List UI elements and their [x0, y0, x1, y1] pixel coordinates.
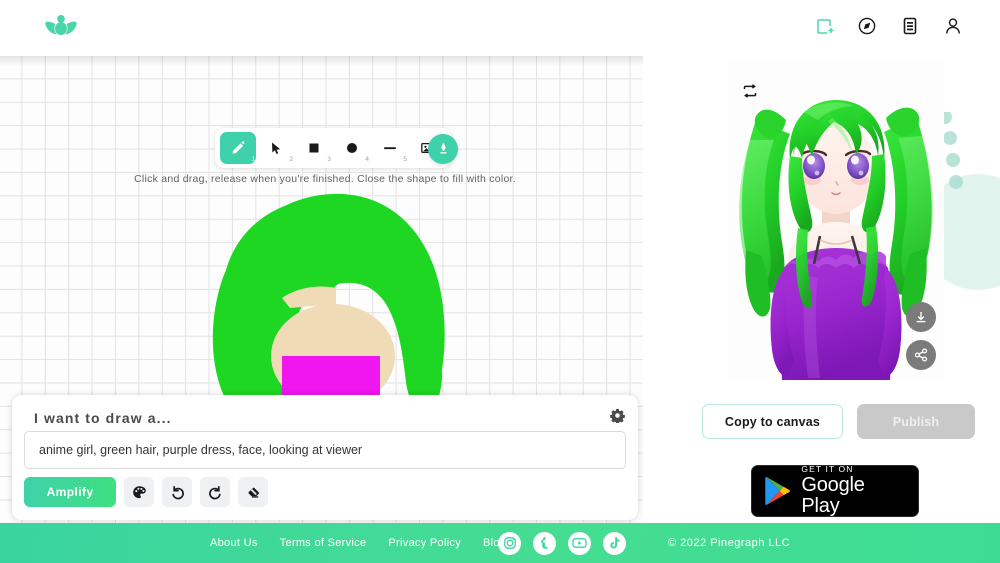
result-actions: Copy to canvas Publish	[702, 404, 975, 439]
pinegraph-logo[interactable]	[44, 12, 78, 44]
toolbar-hint: Click and drag, release when you're fini…	[0, 173, 650, 185]
app-header	[0, 0, 1000, 56]
google-play-line2: Google Play	[801, 475, 906, 517]
redo-button[interactable]	[200, 477, 230, 507]
prompt-title: I want to draw a...	[34, 410, 626, 426]
app-footer: About Us Terms of Service Privacy Policy…	[0, 523, 1000, 563]
feed-icon[interactable]	[899, 14, 921, 38]
download-icon[interactable]	[906, 302, 936, 332]
stamp-tool[interactable]	[428, 134, 458, 164]
tool-number: 1	[251, 157, 255, 164]
eraser-button[interactable]	[238, 477, 268, 507]
undo-button[interactable]	[162, 477, 192, 507]
publish-button[interactable]: Publish	[857, 404, 975, 439]
repeat-icon[interactable]	[742, 84, 758, 98]
tool-number: 2	[289, 157, 293, 164]
pinegraph-app: 1 2 3 4 5	[0, 0, 1000, 563]
footer-link-terms[interactable]: Terms of Service	[280, 537, 367, 549]
pencil-tool[interactable]: 1	[220, 132, 256, 164]
footer-link-about[interactable]: About Us	[210, 537, 258, 549]
header-icon-group	[813, 14, 964, 38]
footer-links: About Us Terms of Service Privacy Policy…	[210, 537, 506, 549]
amplify-button[interactable]: Amplify	[24, 477, 116, 507]
circle-tool[interactable]: 4	[334, 132, 370, 164]
generated-image[interactable]	[728, 60, 944, 380]
share-icon[interactable]	[906, 340, 936, 370]
line-tool[interactable]: 5	[372, 132, 408, 164]
tiktok-icon[interactable]	[603, 532, 626, 555]
footer-social-links	[498, 532, 626, 555]
prompt-input[interactable]	[24, 431, 626, 469]
tumblr-icon[interactable]	[533, 532, 556, 555]
google-play-text: GET IT ON Google Play	[801, 465, 906, 518]
select-tool[interactable]: 2	[258, 132, 294, 164]
google-play-badge[interactable]: GET IT ON Google Play	[751, 465, 919, 517]
instagram-icon[interactable]	[498, 532, 521, 555]
prompt-panel: I want to draw a... Amplify	[12, 395, 638, 520]
footer-link-privacy[interactable]: Privacy Policy	[388, 537, 461, 549]
gear-icon[interactable]	[610, 408, 625, 423]
youtube-icon[interactable]	[568, 532, 591, 555]
copy-to-canvas-button[interactable]: Copy to canvas	[702, 404, 843, 439]
drawing-toolbar: 1 2 3 4 5	[215, 128, 451, 168]
compass-icon[interactable]	[856, 14, 878, 38]
palette-button[interactable]	[124, 477, 154, 507]
tool-number: 3	[327, 157, 331, 164]
google-play-line1: GET IT ON	[801, 465, 906, 474]
user-icon[interactable]	[942, 14, 964, 38]
add-to-canvas-icon[interactable]	[813, 14, 835, 38]
tool-number: 4	[365, 157, 369, 164]
tool-number: 5	[403, 157, 407, 164]
square-tool[interactable]: 3	[296, 132, 332, 164]
footer-copyright: © 2022 Pinegraph LLC	[668, 537, 790, 549]
prompt-actions: Amplify	[24, 477, 268, 507]
